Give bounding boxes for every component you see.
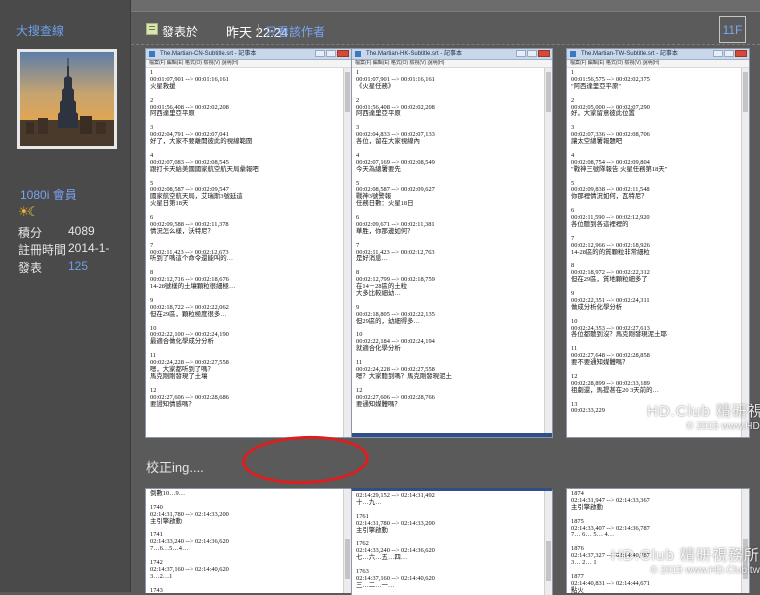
post-document-icon — [146, 23, 158, 35]
notepad-icon — [570, 51, 576, 57]
post-caption: 校正ing.... — [146, 460, 204, 475]
forum-post-frame: 大搜查線 1080i 會員 ☀☾ 積分 4089 註冊時間 2014-1- 發表… — [0, 0, 760, 595]
stat-label: 發表 — [18, 261, 43, 275]
subtitle-text: 1 00:01:07,901 --> 00:01:16,161 《火星任務》 2… — [356, 69, 452, 408]
subtitle-text: 1 00:01:07,901 --> 00:01:16,161 火星救援 2 0… — [150, 69, 259, 408]
pane-bottom-edge — [352, 433, 552, 437]
watermark-top: HD.Club 精研視務所 © 2015 www.HD.Club.tw — [647, 400, 760, 432]
notepad-menu-bar: 檔案(F) 編輯(E) 格式(O) 檢視(V) 說明(H) — [146, 60, 351, 68]
maximize-icon — [724, 50, 734, 57]
moon-icon: ☾ — [27, 204, 40, 219]
notepad-title-bar: The.Martian-HK-Subtitle.srt - 記事本 — [352, 49, 552, 60]
post-header: 發表於 昨天 22:24 只看該作者 11F — [131, 12, 760, 45]
watermark-title: HD.Club 精研視務所 — [611, 547, 760, 564]
watermark-bottom: HD.Club 精研視務所 © 2015 www.HD.Club.tw — [611, 544, 760, 576]
screenshot-notepad-cn[interactable]: The.Martian-CN-Subtitle.srt - 記事本 檔案(F) … — [145, 48, 352, 438]
sun-icon: ☀ — [18, 204, 30, 219]
author-sidebar: 大搜查線 1080i 會員 ☀☾ 積分 4089 註冊時間 2014-1- 發表… — [0, 0, 131, 592]
scrollbar-thumb[interactable] — [345, 72, 350, 112]
subtitle-text: 倒數10…9… 1740 02:14:31,780 --> 02:14:33,2… — [150, 490, 229, 593]
close-icon — [337, 50, 349, 57]
close-icon — [735, 50, 747, 57]
screenshot-notepad-hk-end[interactable]: 02:14:29,152 --> 02:14:31,492 十…九… 1761 … — [351, 488, 553, 595]
notepad-title: The.Martian-CN-Subtitle.srt - 記事本 — [160, 51, 257, 57]
stat-value: 4089 — [68, 224, 95, 238]
scrollbar[interactable] — [544, 491, 552, 595]
scrollbar-thumb[interactable] — [345, 539, 350, 579]
subtitle-text: 02:14:29,152 --> 02:14:31,492 十…九… 1761 … — [356, 492, 435, 589]
posted-on-label: 發表於 — [162, 25, 199, 39]
screenshot-notepad-cn-end[interactable]: 倒數10…9… 1740 02:14:31,780 --> 02:14:33,2… — [145, 488, 352, 593]
medal-icons: ☀☾ — [18, 204, 40, 220]
scrollbar[interactable] — [741, 489, 749, 593]
author-avatar[interactable] — [17, 49, 117, 149]
notepad-icon — [355, 51, 361, 57]
red-highlight-ellipse — [241, 433, 370, 487]
maximize-icon — [527, 50, 537, 57]
minimize-icon — [516, 50, 526, 57]
scrollbar-thumb[interactable] — [546, 72, 551, 112]
close-icon — [538, 50, 550, 57]
notepad-title: The.Martian-HK-Subtitle.srt - 記事本 — [366, 51, 463, 57]
scrollbar[interactable] — [741, 68, 749, 437]
user-group-label[interactable]: 1080i 會員 — [20, 186, 77, 203]
watermark-title: HD.Club 精研視務所 — [647, 403, 760, 420]
notepad-menu-bar: 檔案(F) 編輯(E) 格式(O) 檢視(V) 說明(H) — [567, 60, 749, 68]
stat-points: 積分 4089 — [18, 224, 95, 241]
only-view-author-link[interactable]: 只看該作者 — [265, 23, 325, 40]
notepad-menu-bar: 檔案(F) 編輯(E) 格式(O) 檢視(V) 說明(H) — [352, 60, 552, 68]
notepad-title-bar: The.Martian-CN-Subtitle.srt - 記事本 — [146, 49, 351, 60]
scrollbar[interactable] — [544, 68, 552, 437]
notepad-title-bar: The.Martian-TW-Subtitle.srt - 記事本 — [567, 49, 749, 60]
subtitle-text: 1 00:01:56,575 --> 00:02:02,375 "阿西達里亞平原… — [571, 69, 668, 415]
notepad-icon — [149, 51, 155, 57]
notepad-title: The.Martian-TW-Subtitle.srt - 記事本 — [581, 51, 678, 57]
stat-value: 2014-1- — [68, 241, 110, 255]
maximize-icon — [326, 50, 336, 57]
screenshot-notepad-hk[interactable]: The.Martian-HK-Subtitle.srt - 記事本 檔案(F) … — [351, 48, 553, 438]
minimize-icon — [713, 50, 723, 57]
scrollbar[interactable] — [343, 489, 351, 593]
watermark-copyright: © 2015 www.HD.Club.tw — [650, 565, 760, 576]
screenshot-notepad-tw[interactable]: The.Martian-TW-Subtitle.srt - 記事本 檔案(F) … — [566, 48, 750, 438]
stat-label: 註冊時間 — [18, 243, 67, 257]
author-name-link[interactable]: 大搜查線 — [16, 22, 64, 39]
stat-posts: 發表 125 — [18, 259, 88, 276]
stat-register-date: 註冊時間 2014-1- — [18, 241, 109, 258]
stat-posts-link[interactable]: 125 — [68, 259, 88, 273]
scrollbar-thumb[interactable] — [743, 72, 748, 112]
header-divider — [258, 24, 259, 37]
scrollbar[interactable] — [343, 68, 351, 437]
post-top-strip — [131, 0, 760, 12]
scrollbar-thumb[interactable] — [546, 541, 551, 581]
avatar-skyline-image — [20, 52, 114, 146]
screenshot-notepad-tw-end[interactable]: 1874 02:14:31,947 --> 02:14:33,367 主引擎啟動… — [566, 488, 750, 593]
subtitle-text: 1874 02:14:31,947 --> 02:14:33,367 主引擎啟動… — [571, 490, 650, 593]
watermark-copyright: © 2015 www.HD.Club.tw — [686, 421, 760, 432]
post-content: 發表於 昨天 22:24 只看該作者 11F The.Martian-CN-Su… — [131, 0, 760, 595]
minimize-icon — [315, 50, 325, 57]
stat-label: 積分 — [18, 226, 43, 240]
floor-number-link[interactable]: 11F — [719, 16, 746, 43]
